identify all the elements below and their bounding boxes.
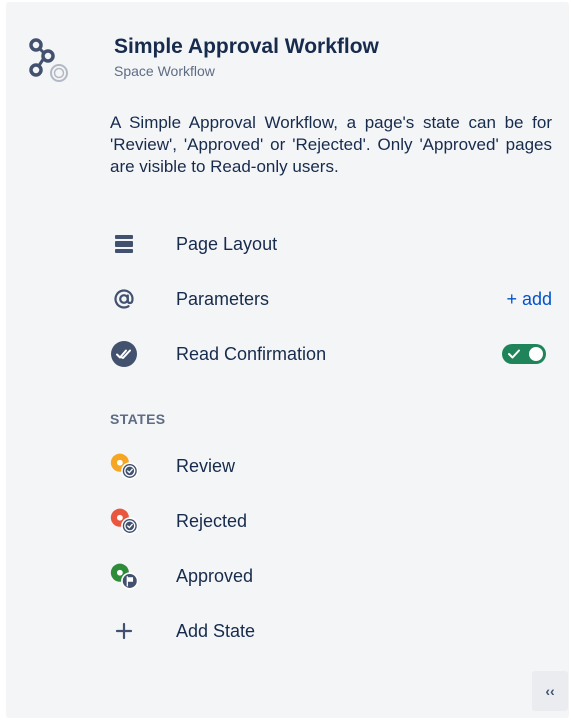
workflow-description: A Simple Approval Workflow, a page's sta… [110, 113, 552, 176]
check-icon [508, 349, 520, 359]
at-sign-icon [110, 285, 138, 313]
state-item-review[interactable]: Review [110, 448, 552, 484]
state-label: Approved [176, 565, 254, 586]
page-subtitle: Space Workflow [114, 63, 215, 79]
setting-label: Page Layout [176, 233, 278, 254]
add-parameter-link[interactable]: + add [506, 289, 552, 310]
page-title: Simple Approval Workflow [114, 35, 379, 58]
workflow-panel: Simple Approval Workflow Space Workflow … [6, 2, 569, 718]
states-heading: STATES [110, 411, 166, 427]
setting-label: Read Confirmation [176, 343, 327, 364]
collapse-panel-button[interactable]: ‹‹ [532, 671, 568, 711]
state-review-icon [110, 452, 138, 480]
setting-label: Parameters [176, 288, 270, 309]
state-label: Review [176, 455, 236, 476]
state-approved-icon [110, 562, 138, 590]
workflow-nodes-icon [28, 38, 78, 88]
toggle-knob [529, 347, 543, 361]
read-confirmation-toggle[interactable] [502, 344, 546, 364]
setting-page-layout[interactable]: Page Layout [110, 226, 552, 262]
state-rejected-icon [110, 507, 138, 535]
plus-icon [110, 617, 138, 645]
setting-parameters: Parameters + add [110, 281, 552, 317]
state-label: Rejected [176, 510, 248, 531]
add-state-button[interactable]: Add State [110, 613, 552, 649]
page-layout-icon [110, 230, 138, 258]
read-confirmation-icon [110, 340, 138, 368]
state-item-approved[interactable]: Approved [110, 558, 552, 594]
setting-read-confirmation: Read Confirmation [110, 336, 552, 372]
add-state-label: Add State [176, 620, 256, 641]
state-item-rejected[interactable]: Rejected [110, 503, 552, 539]
